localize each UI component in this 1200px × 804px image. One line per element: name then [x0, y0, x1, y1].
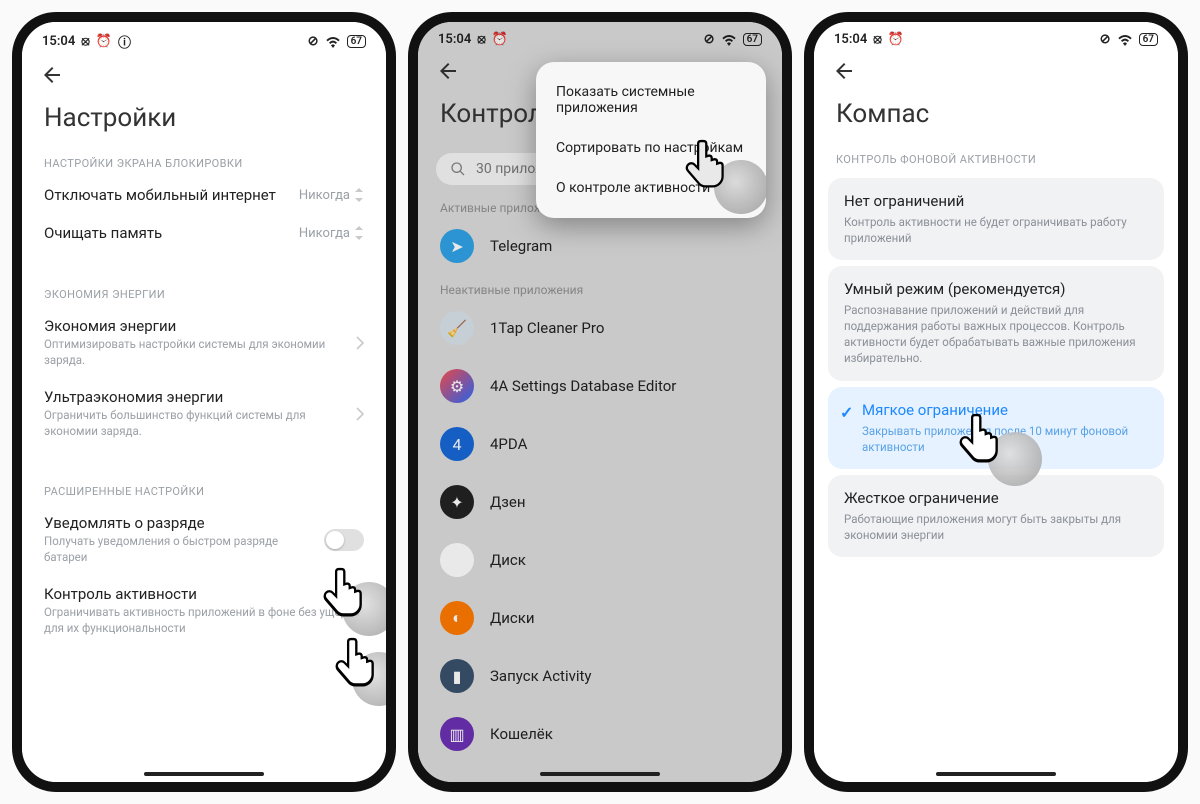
card-title: Умный режим (рекомендуется)	[844, 280, 1148, 298]
wifi-icon	[721, 34, 737, 46]
app-icon: ▮	[440, 659, 474, 693]
phone-app-restriction: 15:04 ⦻ ⏰ ⊘ 67 Компас КОНТРОЛЬ ФОНОВОЙ А…	[804, 12, 1188, 792]
status-bar: 15:04 ⦻ ⏰ ⊘ 67	[418, 30, 782, 53]
status-time: 15:04	[42, 34, 75, 49]
row-energy-saving[interactable]: Экономия энергии Оптимизировать настройк…	[22, 307, 386, 378]
status-time: 15:04	[834, 32, 867, 47]
clock-icon: ⏰	[888, 32, 904, 47]
app-row[interactable]: ▮ Запуск Activity	[418, 647, 782, 705]
app-icon: 4	[440, 427, 474, 461]
row-activity-control[interactable]: Контроль активности Ограничивать активно…	[22, 575, 386, 646]
app-row[interactable]: ➤ Telegram	[418, 217, 782, 275]
alarm-off-icon: ⦻	[477, 32, 486, 47]
search-icon	[450, 161, 466, 177]
phone-settings: 15:04 ⦻ ⏰ ⓘ ⊘ 67 Настройки НАСТРОЙКИ ЭКР…	[12, 12, 396, 792]
back-icon[interactable]	[832, 68, 856, 87]
app-row[interactable]: ⚙ 4A Settings Database Editor	[418, 357, 782, 415]
info-icon: ⓘ	[118, 32, 131, 51]
wifi-icon	[325, 36, 341, 48]
app-icon: 🧹	[440, 311, 474, 345]
row-discharge-notify[interactable]: Уведомлять о разряде Получать уведомлени…	[22, 504, 386, 575]
back-icon[interactable]	[436, 68, 460, 87]
status-time: 15:04	[438, 32, 471, 47]
row-mobile-internet[interactable]: Отключать мобильный интернет Никогда	[22, 176, 386, 214]
restriction-card[interactable]: Нет ограничений Контроль активности не бу…	[828, 178, 1164, 260]
row-clear-memory[interactable]: Очищать память Никогда	[22, 214, 386, 252]
card-subtitle: Распознавание приложений и действий для …	[844, 302, 1148, 366]
section-inactive-apps: Неактивные приложения	[418, 275, 782, 299]
app-icon: ⚙	[440, 369, 474, 403]
battery-icon: 67	[743, 33, 762, 46]
chevron-right-icon	[356, 407, 364, 421]
clock-icon: ⏰	[492, 32, 508, 47]
toggle-discharge-notify[interactable]	[324, 529, 364, 551]
section-energy: ЭКОНОМИЯ ЭНЕРГИИ	[22, 282, 386, 307]
menu-show-system[interactable]: Показать системные приложения	[536, 72, 766, 128]
status-bar: 15:04 ⦻ ⏰ ⓘ ⊘ 67	[22, 30, 386, 57]
home-indicator[interactable]	[936, 772, 1056, 776]
status-bar: 15:04 ⦻ ⏰ ⊘ 67	[814, 30, 1178, 53]
app-label: Дзен	[490, 493, 526, 511]
app-label: Кошелёк	[490, 725, 553, 743]
app-row[interactable]: ◐ Диски	[418, 589, 782, 647]
app-label: Запуск Activity	[490, 667, 592, 685]
app-icon: ◐	[440, 601, 474, 635]
clock-icon: ⏰	[96, 34, 112, 49]
card-title: Жесткое ограничение	[844, 489, 1148, 507]
chevron-right-icon	[356, 336, 364, 350]
section-lockscreen: НАСТРОЙКИ ЭКРАНА БЛОКИРОВКИ	[22, 151, 386, 176]
app-label: Диск	[490, 551, 526, 569]
app-label: 1Tap Cleaner Pro	[490, 319, 604, 337]
app-label: 4PDA	[490, 435, 527, 453]
app-row[interactable]: ✦ Дзен	[418, 473, 782, 531]
page-title: Настройки	[22, 91, 386, 151]
sim-off-icon: ⊘	[1100, 32, 1111, 47]
home-indicator[interactable]	[540, 772, 660, 776]
row-ultra-energy[interactable]: Ультраэкономия энергии Ограничить больши…	[22, 378, 386, 449]
app-icon: ▥	[440, 717, 474, 751]
back-icon[interactable]	[40, 72, 64, 91]
alarm-off-icon: ⦻	[81, 34, 90, 49]
wifi-icon	[1117, 34, 1133, 46]
app-label: 4A Settings Database Editor	[490, 377, 676, 395]
restriction-card[interactable]: Умный режим (рекомендуется) Распознавание…	[828, 266, 1164, 380]
app-label: Диски	[490, 609, 535, 627]
app-row[interactable]: ▲ Диск	[418, 531, 782, 589]
app-row[interactable]: ▥ Кошелёк	[418, 705, 782, 763]
alarm-off-icon: ⦻	[873, 32, 882, 47]
app-label: Telegram	[490, 237, 552, 255]
sim-off-icon: ⊘	[308, 34, 319, 49]
home-indicator[interactable]	[144, 772, 264, 776]
app-icon: ▲	[440, 543, 474, 577]
restriction-card[interactable]: Жесткое ограничение Работающие приложения…	[828, 475, 1164, 557]
phone-activity-control: 15:04 ⦻ ⏰ ⊘ 67 Контроль 30 приложен	[408, 12, 792, 792]
card-subtitle: Контроль активности не будет ограничиват…	[844, 214, 1148, 246]
sim-off-icon: ⊘	[704, 32, 715, 47]
app-icon: ➤	[440, 229, 474, 263]
battery-icon: 67	[1139, 33, 1158, 46]
section-bg-control: КОНТРОЛЬ ФОНОВОЙ АКТИВНОСТИ	[814, 147, 1178, 172]
battery-icon: 67	[347, 35, 366, 48]
app-row[interactable]: 4 4PDA	[418, 415, 782, 473]
page-title: Компас	[814, 87, 1178, 147]
card-subtitle: Работающие приложения могут быть закрыты…	[844, 511, 1148, 543]
app-icon: ✦	[440, 485, 474, 519]
section-advanced: РАСШИРЕННЫЕ НАСТРОЙКИ	[22, 479, 386, 504]
card-title: Мягкое ограничение	[862, 401, 1148, 419]
card-title: Нет ограничений	[844, 192, 1148, 210]
app-row[interactable]: 🧹 1Tap Cleaner Pro	[418, 299, 782, 357]
